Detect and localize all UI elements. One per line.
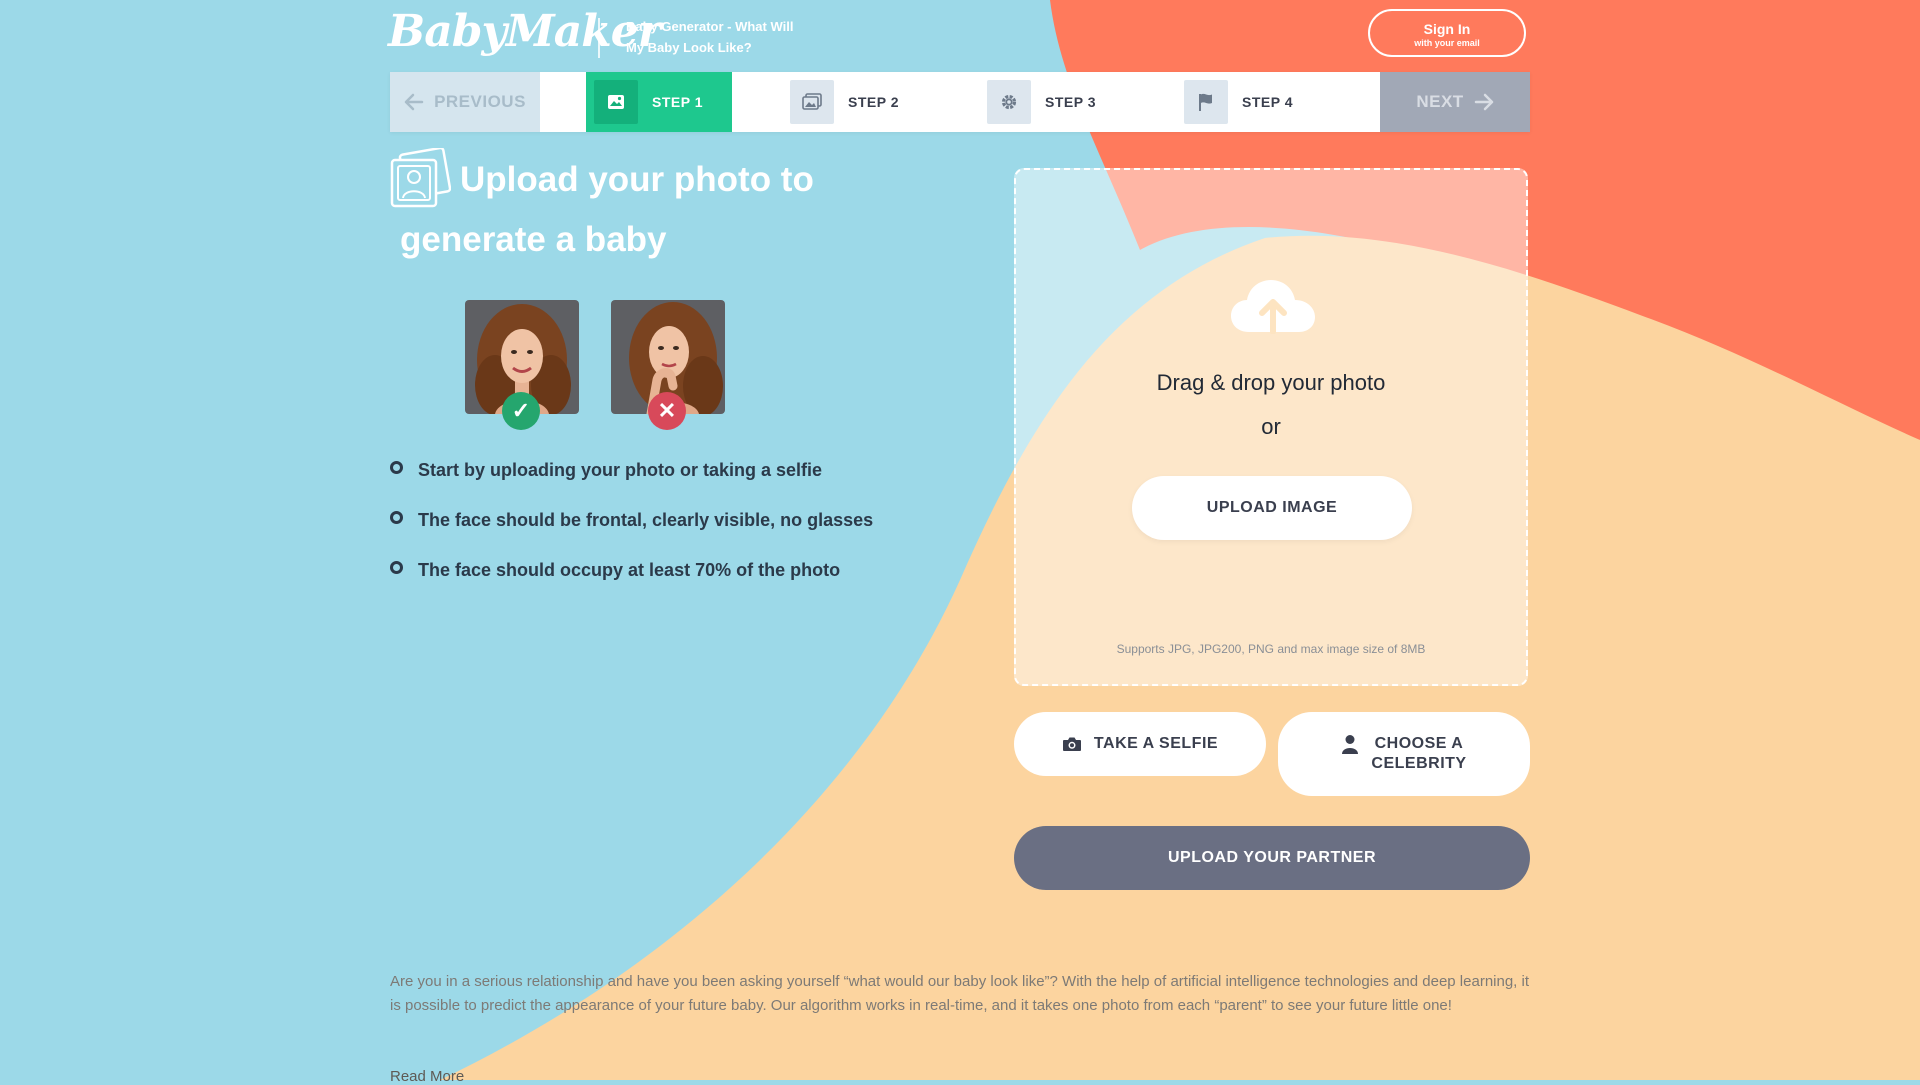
- read-more-link[interactable]: Read More: [390, 1068, 464, 1085]
- cloud-upload-icon: [1231, 280, 1315, 334]
- step-4-label: STEP 4: [1242, 94, 1293, 110]
- x-icon: ✕: [648, 392, 686, 430]
- step-3-label: STEP 3: [1045, 94, 1096, 110]
- sign-in-button[interactable]: Sign In with your email: [1368, 9, 1526, 57]
- image-icon: [594, 80, 638, 124]
- photo-dropzone[interactable]: Drag & drop your photo or UPLOAD IMAGE S…: [1014, 168, 1528, 686]
- step-3-tab[interactable]: STEP 3: [979, 72, 1096, 132]
- previous-button[interactable]: PREVIOUS: [390, 72, 540, 132]
- tip-text: The face should occupy at least 70% of t…: [418, 560, 841, 580]
- bullet-icon: [390, 461, 403, 474]
- next-button[interactable]: NEXT: [1380, 72, 1530, 132]
- step-2-label: STEP 2: [848, 94, 899, 110]
- tips-list: Start by uploading your photo or taking …: [390, 450, 873, 600]
- tip-item: The face should occupy at least 70% of t…: [390, 550, 873, 600]
- sign-in-label: Sign In: [1423, 21, 1471, 37]
- page-title: Upload your photo to generate a baby: [400, 160, 814, 259]
- logo[interactable]: BabyMaker: [388, 6, 661, 57]
- images-icon: [790, 80, 834, 124]
- step-1-tab[interactable]: STEP 1: [586, 72, 732, 132]
- camera-icon: [1062, 737, 1081, 751]
- step-1-label: STEP 1: [652, 94, 703, 110]
- steps-bar: PREVIOUS STEP 1 STEP 2 STEP 3 STEP 4 NEX…: [390, 72, 1530, 132]
- about-text: Are you in a serious relationship and ha…: [390, 973, 1530, 1014]
- upload-image-button[interactable]: UPLOAD IMAGE: [1132, 476, 1412, 540]
- step-4-tab[interactable]: STEP 4: [1176, 72, 1293, 132]
- tip-text: Start by uploading your photo or taking …: [418, 460, 823, 480]
- arrow-right-icon: [1474, 93, 1493, 111]
- check-icon: ✓: [502, 392, 540, 430]
- or-text: or: [1261, 414, 1281, 439]
- step-2-tab[interactable]: STEP 2: [782, 72, 899, 132]
- choose-celebrity-label-line1: CHOOSE A: [1374, 735, 1464, 752]
- choose-celebrity-label: CHOOSE A CELEBRITY: [1371, 734, 1466, 774]
- supported-formats-text: Supports JPG, JPG200, PNG and max image …: [1116, 642, 1426, 656]
- user-icon: [1342, 735, 1359, 754]
- previous-label: PREVIOUS: [434, 92, 526, 111]
- choose-celebrity-button[interactable]: CHOOSE A CELEBRITY: [1278, 712, 1530, 796]
- tip-item: Start by uploading your photo or taking …: [390, 450, 873, 500]
- choose-celebrity-label-line2: CELEBRITY: [1371, 755, 1467, 772]
- upload-partner-button[interactable]: UPLOAD YOUR PARTNER: [1014, 826, 1530, 890]
- tip-text: The face should be frontal, clearly visi…: [418, 510, 874, 530]
- logo-divider: [598, 18, 600, 58]
- flag-icon: [1184, 80, 1228, 124]
- drag-drop-text: Drag & drop your photo: [1156, 370, 1386, 395]
- arrow-left-icon: [404, 93, 424, 111]
- bullet-icon: [390, 511, 403, 524]
- bullet-icon: [390, 561, 403, 574]
- gear-icon: [987, 80, 1031, 124]
- take-selfie-label: TAKE A SELFIE: [1093, 735, 1219, 752]
- take-selfie-button[interactable]: TAKE A SELFIE: [1014, 712, 1266, 776]
- sign-in-sublabel: with your email: [1414, 38, 1480, 48]
- tagline: Baby Generator - What Will My Baby Look …: [626, 19, 794, 55]
- tip-item: The face should be frontal, clearly visi…: [390, 500, 873, 550]
- next-label: NEXT: [1416, 92, 1464, 111]
